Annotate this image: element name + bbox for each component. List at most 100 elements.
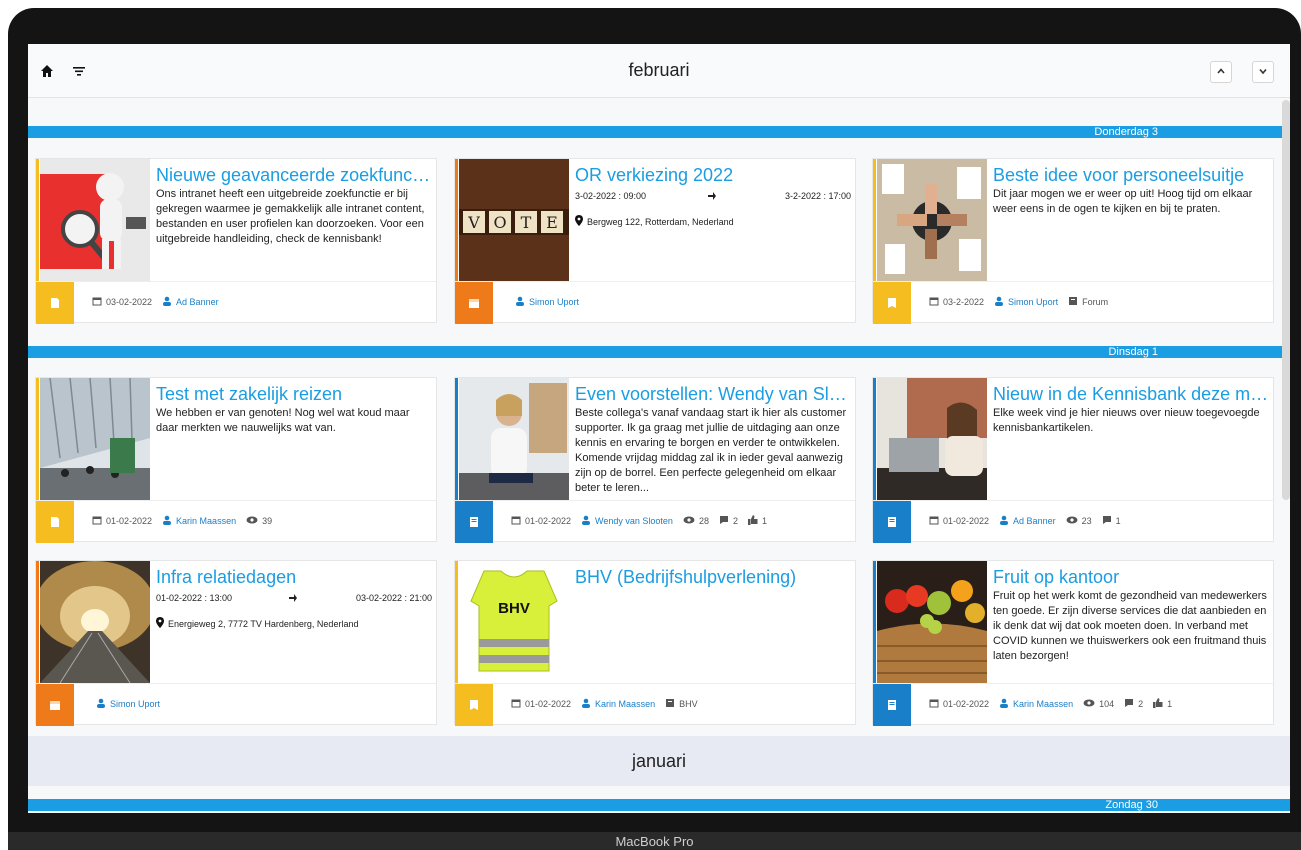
card-date: 01-02-2022 bbox=[943, 699, 990, 709]
comment-count: 2 bbox=[1138, 699, 1144, 709]
card-title[interactable]: Nieuw in de Kennisbank deze m… bbox=[993, 384, 1269, 405]
card-author[interactable]: Karin Maassen bbox=[595, 699, 655, 709]
card-author[interactable]: Simon Uport bbox=[1008, 297, 1058, 307]
card-footer: Simon Uport bbox=[36, 683, 436, 726]
card-date: 01-02-2022 bbox=[525, 516, 572, 526]
forum-name[interactable]: Forum bbox=[1082, 297, 1108, 307]
blog-card[interactable]: Even voorstellen: Wendy van Sl… Beste co… bbox=[454, 377, 856, 543]
card-thumbnail: BHV bbox=[459, 561, 569, 683]
news-card[interactable]: Test met zakelijk reizen We hebben er va… bbox=[35, 377, 437, 543]
card-title[interactable]: Infra relatiedagen bbox=[156, 567, 432, 588]
card-title[interactable]: Nieuwe geavanceerde zoekfunc… bbox=[156, 165, 432, 186]
next-button[interactable] bbox=[1252, 61, 1274, 83]
user-icon bbox=[162, 515, 172, 527]
comment-icon bbox=[1102, 515, 1112, 527]
event-end: 3-2-2022 : 17:00 bbox=[785, 191, 852, 201]
card-title[interactable]: OR verkiezing 2022 bbox=[575, 165, 851, 186]
user-icon bbox=[581, 698, 591, 710]
event-location: Bergweg 122, Rotterdam, Nederland bbox=[587, 216, 734, 227]
user-icon bbox=[581, 515, 591, 527]
user-icon bbox=[162, 296, 172, 308]
card-accent bbox=[36, 561, 39, 683]
card-thumbnail bbox=[877, 159, 987, 281]
user-icon bbox=[515, 296, 525, 308]
card-footer: 03-02-2022 Ad Banner bbox=[36, 281, 436, 324]
blog-type-icon bbox=[873, 684, 911, 726]
card-body: Ons intranet heeft een uitgebreide zoekf… bbox=[156, 188, 425, 245]
card-author[interactable]: Simon Uport bbox=[529, 297, 579, 307]
arrow-right-icon bbox=[288, 593, 298, 605]
event-card[interactable]: Infra relatiedagen 01-02-2022 : 13:00 03… bbox=[35, 560, 437, 726]
card-date: 03-2-2022 bbox=[943, 297, 985, 307]
calendar-icon bbox=[92, 515, 102, 527]
app-screen: februari Donderdag 3 Nieuwe geavanceerde… bbox=[28, 44, 1290, 813]
card-thumbnail bbox=[40, 159, 150, 281]
card-author[interactable]: Simon Uport bbox=[110, 699, 160, 709]
card-body: Elke week vind je hier nieuws over nieuw… bbox=[993, 407, 1260, 434]
card-meta: Simon Uport bbox=[515, 296, 579, 308]
forum-type-icon bbox=[455, 684, 493, 726]
comment-count: 2 bbox=[732, 516, 738, 526]
card-accent bbox=[36, 159, 39, 281]
location-pin-icon bbox=[575, 215, 583, 228]
day-label: Dinsdag 1 bbox=[1108, 346, 1158, 358]
calendar-icon bbox=[92, 296, 102, 308]
card-accent bbox=[455, 378, 458, 500]
eye-icon bbox=[246, 515, 258, 527]
card-title[interactable]: BHV (Bedrijfshulpverlening) bbox=[575, 567, 851, 588]
card-author[interactable]: Karin Maassen bbox=[1013, 699, 1073, 709]
card-footer: 01-02-2022 Wendy van Slooten 28 2 1 bbox=[455, 500, 855, 543]
card-footer: Simon Uport bbox=[455, 281, 855, 324]
card-thumbnail: V O T E bbox=[459, 159, 569, 281]
forum-card[interactable]: BHV BHV (Bedrijfshulpverlening) 01-02-20… bbox=[454, 560, 856, 726]
chevron-down-icon bbox=[1258, 63, 1268, 81]
thumbs-up-icon bbox=[1153, 698, 1163, 710]
view-count: 39 bbox=[262, 516, 273, 526]
page-type-icon bbox=[36, 501, 74, 543]
scrollbar[interactable] bbox=[1282, 100, 1290, 500]
card-meta: 01-02-2022 Wendy van Slooten 28 2 1 bbox=[511, 515, 767, 527]
forum-card[interactable]: Beste idee voor personeelsuitje Dit jaar… bbox=[872, 158, 1274, 324]
card-meta: 03-02-2022 Ad Banner bbox=[92, 296, 219, 308]
event-type-icon bbox=[36, 684, 74, 726]
card-body: We hebben er van genoten! Nog wel wat ko… bbox=[156, 407, 410, 434]
like-count: 1 bbox=[761, 516, 767, 526]
user-icon bbox=[999, 698, 1009, 710]
calendar-icon bbox=[929, 515, 939, 527]
forum-type-icon bbox=[873, 282, 911, 324]
card-date: 03-02-2022 bbox=[106, 297, 153, 307]
eye-icon bbox=[1083, 698, 1095, 710]
forum-name[interactable]: BHV bbox=[679, 699, 698, 709]
card-title[interactable]: Test met zakelijk reizen bbox=[156, 384, 432, 405]
card-author[interactable]: Wendy van Slooten bbox=[595, 516, 673, 526]
calendar-icon bbox=[929, 698, 939, 710]
card-meta: 01-02-2022 Karin Maassen BHV bbox=[511, 698, 698, 710]
card-accent bbox=[873, 561, 876, 683]
view-count: 28 bbox=[698, 516, 709, 526]
event-type-icon bbox=[455, 282, 493, 324]
chevron-up-icon bbox=[1216, 63, 1226, 81]
like-count: 1 bbox=[1167, 699, 1173, 709]
day-label: Donderdag 3 bbox=[1094, 126, 1158, 138]
card-footer: 01-02-2022 Karin Maassen BHV bbox=[455, 683, 855, 726]
card-author[interactable]: Karin Maassen bbox=[176, 516, 236, 526]
previous-button[interactable] bbox=[1210, 61, 1232, 83]
card-author[interactable]: Ad Banner bbox=[1013, 516, 1056, 526]
card-title[interactable]: Fruit op kantoor bbox=[993, 567, 1269, 588]
card-title[interactable]: Beste idee voor personeelsuitje bbox=[993, 165, 1269, 186]
blog-card[interactable]: Nieuw in de Kennisbank deze m… Elke week… bbox=[872, 377, 1274, 543]
event-start: 01-02-2022 : 13:00 bbox=[156, 593, 233, 603]
event-card[interactable]: V O T E OR verkiezing 2022 3-02-2022 : 0… bbox=[454, 158, 856, 324]
blog-card[interactable]: Fruit op kantoor Fruit op het werk komt … bbox=[872, 560, 1274, 726]
blog-type-icon bbox=[873, 501, 911, 543]
card-title[interactable]: Even voorstellen: Wendy van Sl… bbox=[575, 384, 851, 405]
top-bar: februari bbox=[28, 44, 1290, 98]
card-thumbnail bbox=[40, 378, 150, 500]
svg-text:E: E bbox=[546, 213, 558, 232]
card-date: 01-02-2022 bbox=[525, 699, 572, 709]
card-accent bbox=[455, 159, 458, 281]
card-body: Beste collega's vanaf vandaag start ik h… bbox=[575, 407, 847, 494]
card-accent bbox=[455, 561, 458, 683]
card-author[interactable]: Ad Banner bbox=[176, 297, 219, 307]
news-card[interactable]: Nieuwe geavanceerde zoekfunc… Ons intran… bbox=[35, 158, 437, 324]
